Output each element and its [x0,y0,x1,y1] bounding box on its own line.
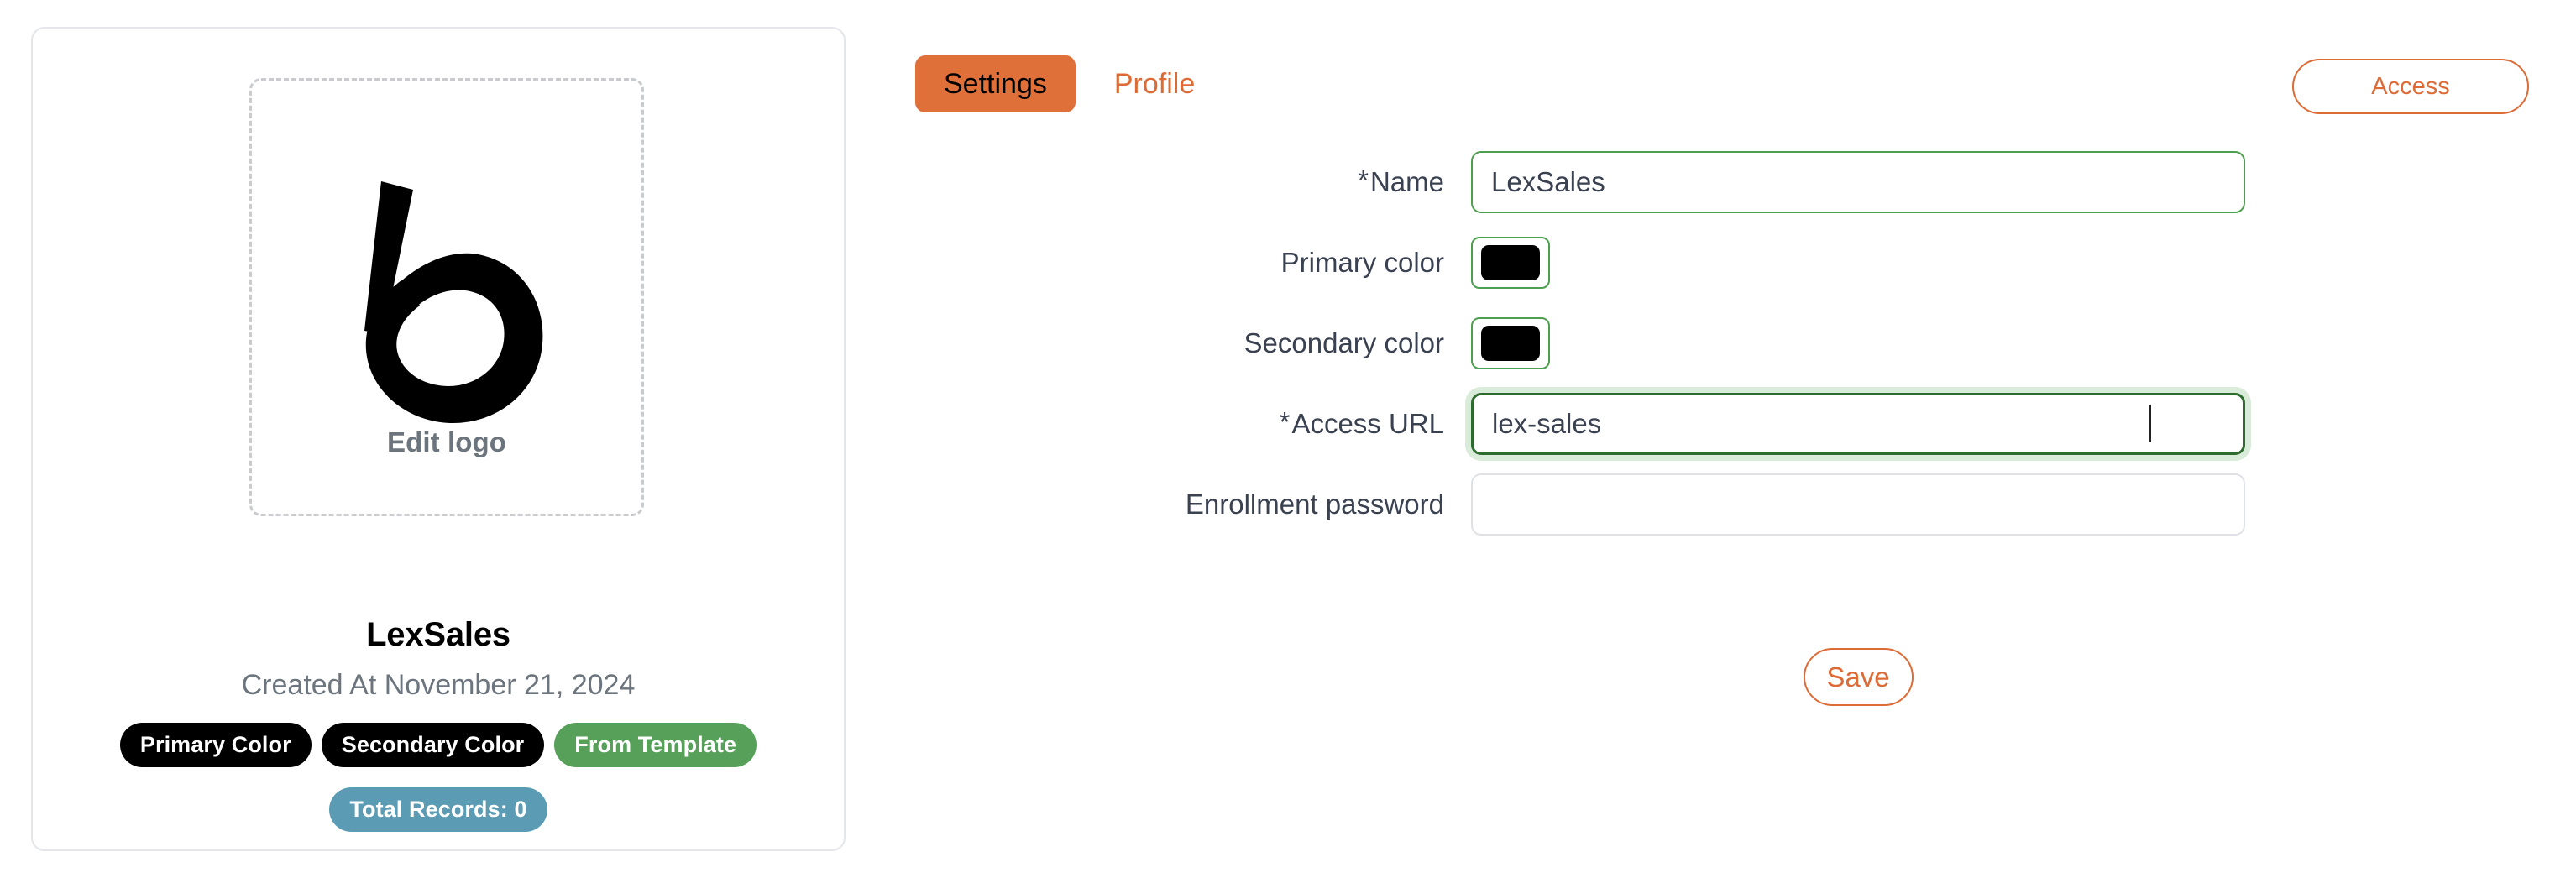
save-button[interactable]: Save [1803,648,1914,706]
required-marker-access-url: * [1279,406,1291,437]
label-secondary-color: Secondary color [1243,327,1444,358]
text-cursor [2149,405,2151,442]
form-row-secondary-color: Secondary color [915,312,2576,374]
form-row-name: *Name [915,151,2576,213]
form-row-enrollment-password: Enrollment password [915,473,2576,536]
settings-panel: Settings Profile Access *Name Primary co… [915,0,2576,873]
field-access-url [1471,393,2576,455]
label-name-text: Name [1369,166,1444,197]
workspace-profile-card: Edit logo LexSales Created At November 2… [31,27,846,851]
field-name [1471,151,2576,213]
form-row-primary-color: Primary color [915,232,2576,294]
access-button[interactable]: Access [2292,59,2529,114]
workspace-logo-icon [321,171,573,440]
secondary-color-swatch [1481,326,1540,361]
badge-row-primary: Primary Color Secondary Color From Templ… [33,723,844,767]
label-enrollment-password: Enrollment password [1185,489,1444,520]
access-url-input[interactable] [1471,393,2245,455]
workspace-name-heading: LexSales [366,616,510,653]
field-secondary-color [1471,312,2576,369]
logo-dropzone[interactable]: Edit logo [249,78,644,516]
required-marker-name: * [1358,165,1369,196]
tab-profile[interactable]: Profile [1086,55,1223,112]
save-row: Save [1471,648,2245,706]
secondary-color-picker[interactable] [1471,317,1550,369]
enrollment-password-input[interactable] [1471,473,2245,536]
badge-primary-color: Primary Color [119,723,312,767]
app-root: Edit logo LexSales Created At November 2… [0,0,2576,873]
badge-from-template: From Template [554,723,757,767]
badge-total-records: Total Records: 0 [329,787,547,832]
label-primary-color: Primary color [1280,247,1444,278]
workspace-created-at: Created At November 21, 2024 [241,669,636,701]
badge-row-secondary: Total Records: 0 [33,787,844,832]
tab-bar: Settings Profile [915,55,1223,112]
edit-logo-label: Edit logo [386,426,507,457]
label-name: *Name [915,151,1471,213]
form-row-access-url: *Access URL [915,393,2576,455]
name-input[interactable] [1471,151,2245,213]
badge-secondary-color: Secondary Color [321,723,545,767]
primary-color-swatch [1481,245,1540,280]
field-primary-color [1471,232,2576,289]
field-enrollment-password [1471,473,2576,536]
primary-color-picker[interactable] [1471,237,1550,289]
label-access-url-text: Access URL [1291,408,1444,439]
workspace-settings-form: *Name Primary color Secondary color [915,151,2576,554]
tab-settings[interactable]: Settings [915,55,1076,112]
label-access-url: *Access URL [915,393,1471,455]
